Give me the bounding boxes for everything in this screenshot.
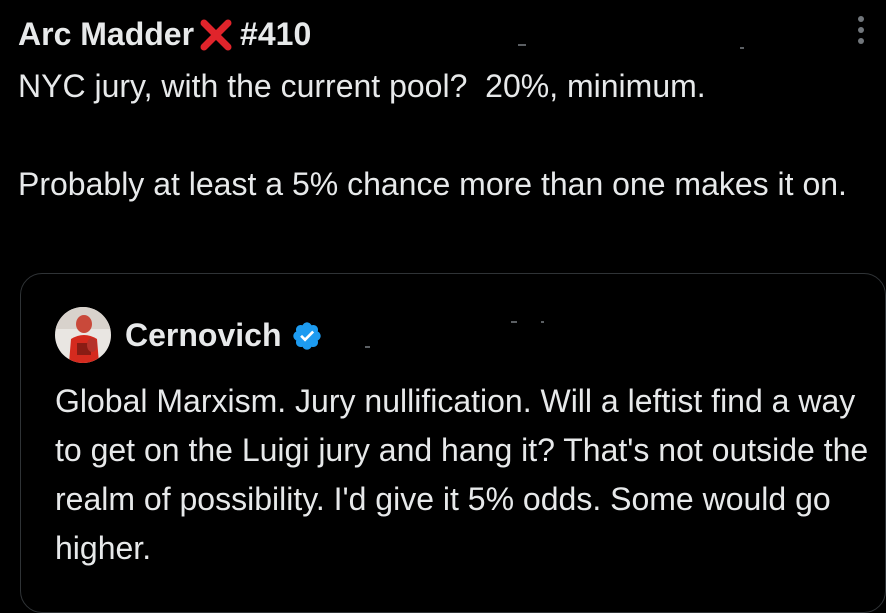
header-artifact	[365, 346, 370, 348]
author-display-name[interactable]: Arc Madder	[18, 16, 194, 53]
header-artifact	[511, 321, 517, 323]
avatar[interactable]	[55, 307, 111, 363]
verified-badge-icon	[293, 322, 322, 350]
tweet: Arc Madder #410 NYC jury, with the curre…	[0, 0, 886, 613]
quoted-tweet-text: Global Marxism. Jury nullification. Will…	[55, 383, 869, 566]
quoted-tweet-card[interactable]: Cernovich Global Marxism. Jury nullifica…	[20, 273, 886, 613]
header-artifact	[740, 47, 744, 49]
header-artifact	[541, 321, 544, 323]
red-x-mark-icon	[200, 19, 232, 51]
more-options-icon[interactable]	[856, 16, 866, 52]
tweet-header: Arc Madder #410	[18, 12, 311, 56]
tweet-text: NYC jury, with the current pool? 20%, mi…	[18, 68, 847, 202]
author-name-suffix[interactable]: #410	[240, 16, 311, 53]
quoted-tweet-header: Cernovich	[55, 306, 323, 364]
quoted-author-name[interactable]: Cernovich	[125, 317, 281, 354]
header-artifact	[518, 44, 526, 46]
